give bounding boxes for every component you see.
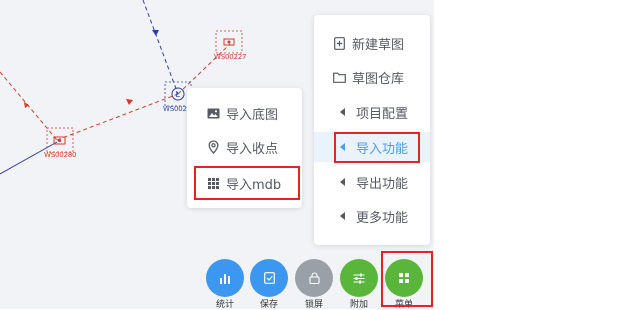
menu-item-label: 更多功能 — [356, 210, 409, 226]
new-file-icon — [332, 36, 346, 50]
pipe-segment-blue — [142, 0, 179, 95]
menu-item-label: 导入底图 — [226, 107, 279, 123]
menu-item-label: 项目配置 — [356, 106, 409, 122]
pipe-segment — [56, 93, 179, 141]
save-icon — [263, 272, 275, 284]
menu-item-label: 导出功能 — [356, 176, 409, 192]
stats-label: 统计 — [215, 300, 234, 310]
attach-label: 附加 — [349, 300, 368, 310]
lock-screen-label: 锁屏 — [304, 300, 323, 310]
sliders-icon — [353, 273, 365, 283]
menu-item-new-sketch[interactable]: 新建草图 — [332, 29, 404, 57]
location-pin-icon — [206, 140, 220, 154]
flow-arrow-icon — [126, 99, 133, 105]
save-button[interactable] — [250, 259, 288, 297]
menu-item-export[interactable]: 导出功能 — [336, 168, 408, 196]
menu-item-sketch-repo[interactable]: 草图仓库 — [332, 63, 404, 91]
folder-icon — [332, 70, 346, 84]
side-area — [434, 0, 620, 309]
import-submenu: 导入底图 导入收点 导入mdb — [187, 88, 302, 208]
menu-item-project-config[interactable]: 项目配置 — [336, 98, 408, 126]
menu-item-import-points[interactable]: 导入收点 — [206, 133, 278, 161]
pipe-segment — [0, 71, 58, 141]
bar-chart-icon — [220, 273, 230, 284]
image-icon — [206, 106, 220, 120]
flow-arrow-icon — [24, 102, 29, 108]
menu-item-import-mdb[interactable]: 导入mdb — [206, 169, 281, 197]
grid-icon — [206, 176, 220, 190]
caret-left-icon — [336, 175, 350, 189]
menu-item-import-basemap[interactable]: 导入底图 — [206, 99, 278, 127]
lock-screen-button[interactable] — [295, 259, 333, 297]
apps-icon — [399, 273, 409, 283]
menu-label: 菜单 — [394, 300, 413, 310]
menu-item-import[interactable]: 导入功能 — [336, 133, 408, 161]
node-label[interactable]: WS00227 — [214, 53, 246, 61]
caret-left-icon — [336, 209, 350, 223]
caret-left-icon — [336, 105, 350, 119]
attach-button[interactable] — [340, 259, 378, 297]
node-label[interactable]: WS00280 — [44, 151, 76, 159]
menu-item-more[interactable]: 更多功能 — [336, 202, 408, 230]
lock-icon — [308, 272, 320, 284]
menu-button[interactable] — [385, 259, 423, 297]
menu-item-label: 导入收点 — [226, 141, 279, 157]
menu-item-label: 新建草图 — [352, 37, 405, 53]
pipe-segment — [177, 43, 231, 95]
save-label: 保存 — [259, 300, 278, 310]
menu-item-label: 导入功能 — [356, 141, 409, 157]
stats-button[interactable] — [206, 259, 244, 297]
flow-arrow-icon — [152, 30, 159, 36]
menu-item-label: 草图仓库 — [352, 71, 405, 87]
caret-left-icon — [336, 140, 350, 154]
svg-text:L: L — [176, 90, 181, 99]
menu-item-label: 导入mdb — [226, 177, 282, 193]
